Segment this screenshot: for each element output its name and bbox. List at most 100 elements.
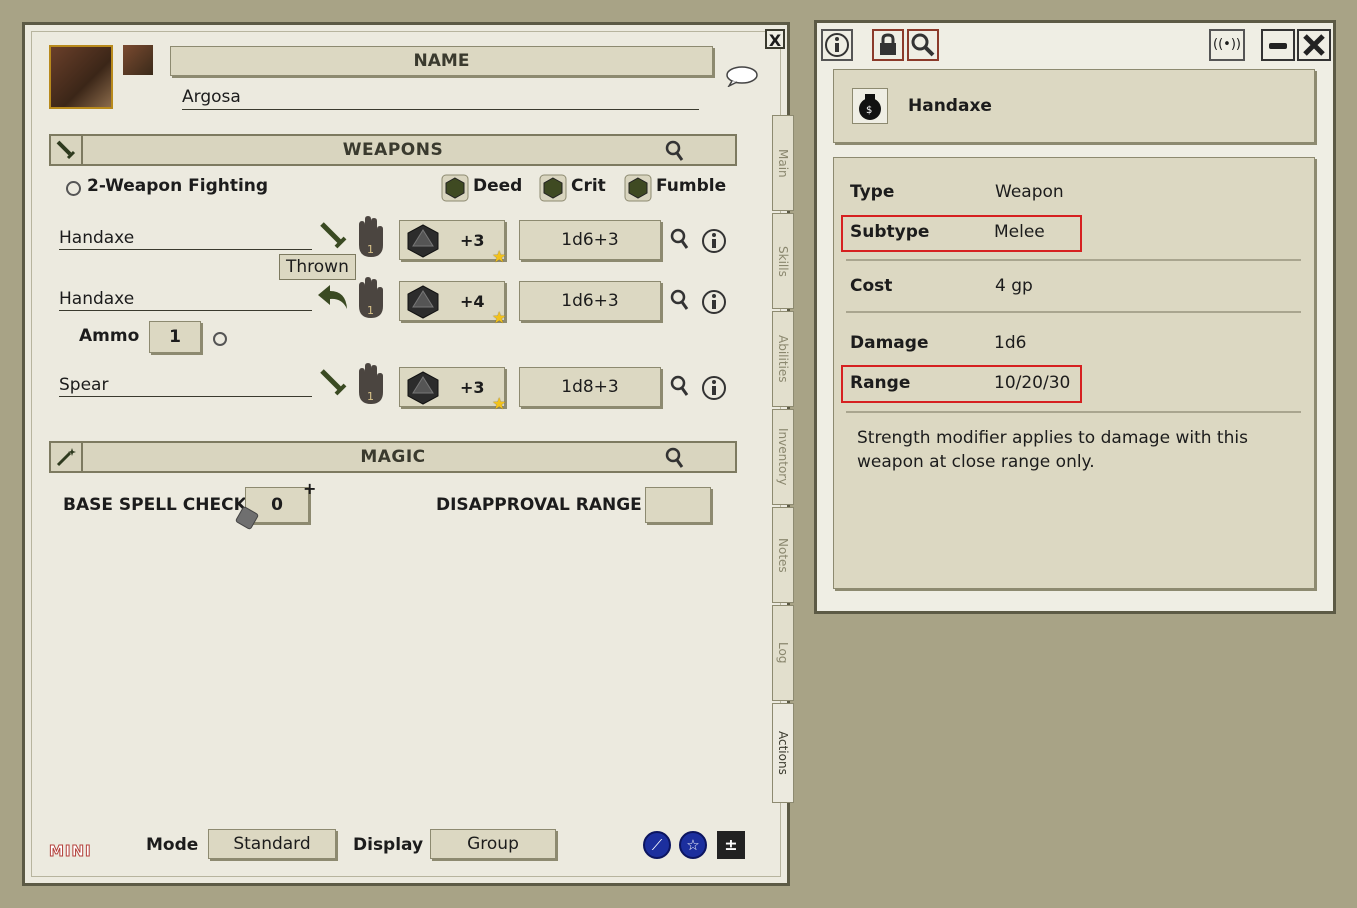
subtype-value[interactable]: Melee: [994, 222, 1045, 242]
range-label: Range: [850, 373, 911, 393]
close-button[interactable]: [1297, 29, 1331, 61]
tab-log[interactable]: Log: [772, 605, 794, 701]
record-title: Handaxe: [908, 96, 992, 116]
subtype-label: Subtype: [850, 222, 930, 242]
ammo-reset-toggle[interactable]: [213, 332, 227, 346]
search-icon[interactable]: [665, 447, 685, 474]
range-value[interactable]: 10/20/30: [994, 373, 1070, 393]
d20-icon: [407, 371, 439, 405]
disapproval-range-label: DISAPPROVAL RANGE: [436, 495, 642, 515]
svg-text:$: $: [866, 105, 872, 116]
d20-icon: [407, 224, 439, 258]
crit-die-icon[interactable]: [539, 174, 567, 206]
weapon-name-link[interactable]: Spear: [59, 375, 312, 397]
tab-skills[interactable]: Skills: [772, 213, 794, 309]
cost-value[interactable]: 4 gp: [995, 276, 1033, 296]
ranged-arrow-icon[interactable]: [316, 281, 350, 315]
search-icon[interactable]: [670, 289, 690, 317]
attack-bonus: +3: [460, 231, 485, 250]
svg-text:1: 1: [367, 390, 374, 403]
melee-sword-icon[interactable]: [318, 367, 348, 401]
share-broadcast-icon[interactable]: ((•)): [1209, 29, 1245, 61]
name-field[interactable]: Argosa: [182, 87, 699, 110]
display-label: Display: [353, 835, 424, 855]
info-icon[interactable]: [701, 375, 727, 405]
character-portrait[interactable]: [49, 45, 113, 109]
damage-label: Damage: [850, 333, 929, 353]
attack-bonus: +3: [460, 378, 485, 397]
lock-icon[interactable]: [872, 29, 904, 61]
damage-button[interactable]: 1d6+3: [519, 281, 661, 321]
weapons-header: WEAPONS: [49, 134, 737, 166]
sheet-tabs: Main Skills Abilities Inventory Notes Lo…: [772, 115, 794, 815]
divider: [846, 311, 1301, 313]
disapproval-range-field[interactable]: [645, 487, 711, 523]
thrown-tooltip: Thrown: [279, 254, 356, 280]
wand-icon: [51, 443, 83, 471]
ammo-label: Ammo: [79, 326, 140, 346]
weapon-name-link[interactable]: Handaxe: [59, 289, 312, 311]
search-icon[interactable]: [665, 140, 685, 167]
close-button[interactable]: X: [765, 29, 785, 50]
display-select[interactable]: Group: [430, 829, 556, 859]
character-sheet-window: NAME Argosa X WEAPONS 2-Weapon Fighting …: [22, 22, 794, 886]
damage-button[interactable]: 1d6+3: [519, 220, 661, 260]
svg-text:1: 1: [367, 243, 374, 256]
deed-die-icon[interactable]: [441, 174, 469, 206]
record-title-plate: $ Handaxe: [833, 69, 1315, 143]
star-icon: ★: [492, 308, 507, 327]
attack-button[interactable]: +3 ★: [399, 367, 506, 413]
star-outline-icon[interactable]: ☆: [679, 831, 707, 859]
plus-minus-icon[interactable]: ±: [717, 831, 745, 859]
tab-abilities[interactable]: Abilities: [772, 311, 794, 407]
tab-inventory[interactable]: Inventory: [772, 409, 794, 505]
fumble-die-icon[interactable]: [624, 174, 652, 206]
ammo-field[interactable]: 1: [149, 321, 201, 353]
weapon-name-link[interactable]: Handaxe: [59, 228, 312, 250]
star-icon: ★: [492, 394, 507, 413]
type-label: Type: [850, 182, 895, 202]
edit-sword-icon[interactable]: ⟋: [643, 831, 671, 859]
info-icon[interactable]: [821, 29, 853, 61]
svg-text:1: 1: [367, 304, 374, 317]
cost-label: Cost: [850, 276, 893, 296]
crit-label: Crit: [571, 176, 606, 196]
hand-icon[interactable]: 1: [353, 215, 387, 263]
mode-label: Mode: [146, 835, 199, 855]
plus-icon[interactable]: +: [303, 479, 316, 498]
mini-logo[interactable]: MINI: [49, 842, 92, 861]
hand-icon[interactable]: 1: [353, 362, 387, 410]
divider: [846, 259, 1301, 261]
item-record-window: ((•)) $ Handaxe Type Weapon Subtype Mele…: [814, 20, 1336, 614]
attack-bonus: +4: [460, 292, 485, 311]
damage-value[interactable]: 1d6: [994, 333, 1026, 353]
divider: [846, 411, 1301, 413]
tab-main[interactable]: Main: [772, 115, 794, 211]
attack-button[interactable]: +3 ★: [399, 220, 506, 266]
damage-button[interactable]: 1d8+3: [519, 367, 661, 407]
sword-icon: [51, 136, 83, 164]
type-value[interactable]: Weapon: [995, 182, 1064, 202]
item-description[interactable]: Strength modifier applies to damage with…: [857, 426, 1277, 474]
info-icon[interactable]: [701, 289, 727, 319]
star-icon: ★: [492, 247, 507, 266]
fumble-label: Fumble: [656, 176, 727, 196]
two-weapon-toggle[interactable]: [66, 181, 81, 196]
search-icon[interactable]: [670, 375, 690, 403]
tab-notes[interactable]: Notes: [772, 507, 794, 603]
attack-button[interactable]: +4 ★: [399, 281, 506, 327]
info-icon[interactable]: [701, 228, 727, 258]
deed-label: Deed: [473, 176, 523, 196]
mode-select[interactable]: Standard: [208, 829, 336, 859]
token-portrait[interactable]: [123, 45, 153, 75]
search-icon[interactable]: [670, 228, 690, 256]
chat-bubble-icon[interactable]: [725, 65, 759, 91]
tab-actions[interactable]: Actions: [772, 703, 794, 803]
name-label: NAME: [170, 46, 713, 76]
minimize-button[interactable]: [1261, 29, 1295, 61]
search-icon[interactable]: [907, 29, 939, 61]
record-details: Type Weapon Subtype Melee Cost 4 gp Dama…: [833, 157, 1315, 589]
d20-icon: [407, 285, 439, 319]
hand-icon[interactable]: 1: [353, 276, 387, 324]
melee-sword-icon[interactable]: [318, 220, 348, 254]
